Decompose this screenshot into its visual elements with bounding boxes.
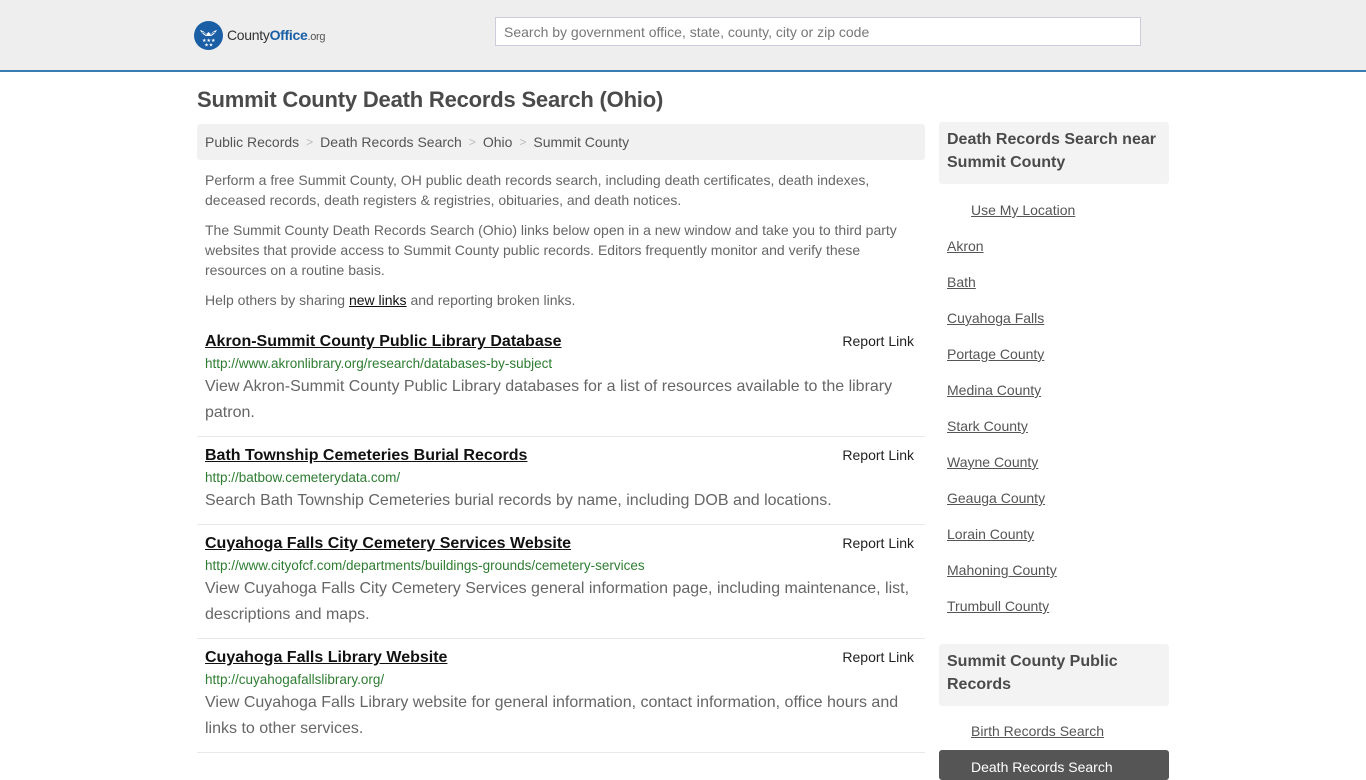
logo-wordmark: CountyOffice.org [227,27,326,43]
result-title-link[interactable]: Akron-Summit County Public Library Datab… [205,331,562,353]
intro-text: Help others by sharing [205,292,349,308]
result-title-link[interactable]: Bath Township Cemeteries Burial Records [205,445,527,467]
breadcrumb-ohio[interactable]: Ohio [483,134,513,150]
nearby-link-trumbull-county[interactable]: Trumbull County [947,598,1049,614]
nearby-link-stark-county[interactable]: Stark County [947,418,1028,434]
result-item: Bath Township Cemeteries Burial Records … [197,437,925,525]
report-link-button[interactable]: Report Link [842,333,914,349]
result-item: Cuyahoga Falls Library Website Report Li… [197,639,925,753]
site-header: ★ ★ ★ ★ ★ CountyOffice.org [0,0,1366,72]
breadcrumb-death-records-search[interactable]: Death Records Search [320,134,462,150]
eagle-stars-logo-icon: ★ ★ ★ ★ ★ [194,20,223,50]
nearby-link-mahoning-county[interactable]: Mahoning County [947,562,1057,578]
search-input[interactable] [495,17,1141,46]
result-url: http://www.cityofcf.com/departments/buil… [205,558,645,573]
result-title-link[interactable]: Cuyahoga Falls City Cemetery Services We… [205,533,571,555]
result-url: http://cuyahogafallslibrary.org/ [205,672,385,687]
breadcrumb-separator: > [519,135,527,149]
breadcrumb-separator: > [306,135,314,149]
report-link-button[interactable]: Report Link [842,649,914,665]
result-item: Akron-Summit County Public Library Datab… [197,323,925,437]
intro-text: and reporting broken links. [406,292,576,308]
death-records-search-link-active[interactable]: Death Records Search [939,750,1169,780]
breadcrumb-separator: > [468,135,476,149]
page-title: Summit County Death Records Search (Ohio… [197,87,664,112]
intro-paragraph-3: Help others by sharing new links and rep… [205,290,905,310]
breadcrumb-summit-county: Summit County [533,134,630,150]
nearby-link-akron[interactable]: Akron [947,238,984,254]
result-description: View Cuyahoga Falls Library website for … [205,694,899,737]
site-logo[interactable]: ★ ★ ★ ★ ★ CountyOffice.org [194,20,326,50]
report-link-button[interactable]: Report Link [842,535,914,551]
new-links-link[interactable]: new links [349,292,407,308]
intro-paragraph-1: Perform a free Summit County, OH public … [205,172,870,208]
nearby-link-portage-county[interactable]: Portage County [947,346,1044,362]
result-url: http://www.akronlibrary.org/research/dat… [205,356,553,371]
nearby-heading: Death Records Search near Summit County [939,122,1169,184]
result-title-link[interactable]: Cuyahoga Falls Library Website [205,647,447,669]
result-item: Cuyahoga Falls City Cemetery Services We… [197,525,925,639]
result-description: View Akron-Summit County Public Library … [205,378,893,421]
result-description: View Cuyahoga Falls City Cemetery Servic… [205,580,910,623]
result-description: Search Bath Township Cemeteries burial r… [205,492,832,509]
birth-records-search-link[interactable]: Birth Records Search [971,723,1104,739]
nearby-link-lorain-county[interactable]: Lorain County [947,526,1034,542]
breadcrumb-public-records[interactable]: Public Records [205,134,299,150]
intro-paragraph-2: The Summit County Death Records Search (… [205,222,897,278]
report-link-button[interactable]: Report Link [842,447,914,463]
nearby-link-wayne-county[interactable]: Wayne County [947,454,1038,470]
nearby-link-cuyahoga-falls[interactable]: Cuyahoga Falls [947,310,1044,326]
nearby-link-bath[interactable]: Bath [947,274,976,290]
breadcrumb: Public Records > Death Records Search > … [197,124,925,160]
public-records-heading: Summit County Public Records [939,644,1169,706]
results-list: Akron-Summit County Public Library Datab… [197,323,925,753]
result-url: http://batbow.cemeterydata.com/ [205,470,401,485]
nearby-link-medina-county[interactable]: Medina County [947,382,1041,398]
svg-text:★: ★ [209,42,214,48]
use-my-location-link[interactable]: Use My Location [971,202,1075,218]
nearby-link-geauga-county[interactable]: Geauga County [947,490,1045,506]
